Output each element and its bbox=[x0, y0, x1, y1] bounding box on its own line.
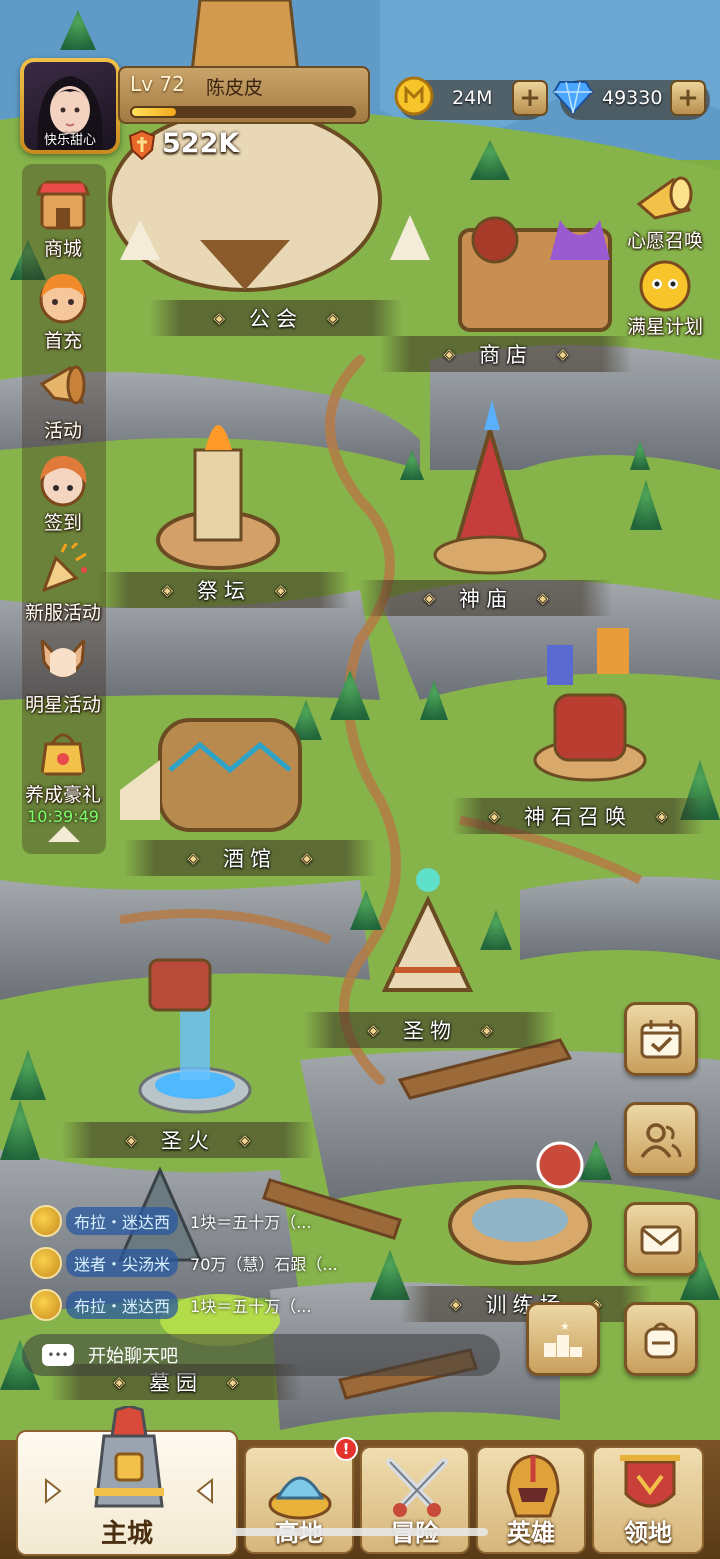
gold-amount: 24M bbox=[452, 87, 493, 109]
chat-avatar bbox=[30, 1289, 62, 1321]
wish-horn-icon bbox=[636, 176, 693, 220]
backpack-icon bbox=[644, 1322, 678, 1359]
chat-message[interactable]: 布拉・迷达西 1块＝五十万（... bbox=[30, 1204, 311, 1238]
chat-nickname: 布拉・迷达西 bbox=[66, 1207, 179, 1235]
tab-heroes[interactable]: 英雄 bbox=[476, 1446, 586, 1554]
building-holy-fire-label[interactable]: ◈ 圣火 ◈ bbox=[62, 1122, 314, 1158]
player-name: 陈皮皮 bbox=[206, 77, 264, 99]
menu-label: 心愿召唤 bbox=[626, 230, 703, 252]
menu-label: 首充 bbox=[43, 330, 82, 352]
banner-shield-icon bbox=[620, 1455, 680, 1508]
building-guild-label[interactable]: ◈ 公会 ◈ bbox=[150, 300, 402, 336]
menu-star-plan[interactable]: 满星计划 bbox=[618, 256, 712, 339]
player-info-panel[interactable]: Lv 72 陈皮皮 bbox=[118, 66, 370, 124]
svg-text:★: ★ bbox=[560, 1320, 570, 1333]
gem-amount: 49330 bbox=[602, 87, 663, 109]
chat-avatar bbox=[30, 1247, 62, 1279]
chat-placeholder: 开始聊天吧 bbox=[88, 1346, 178, 1367]
menu-label: 明星活动 bbox=[24, 694, 101, 716]
backpack-button[interactable] bbox=[624, 1302, 698, 1376]
castle-icon bbox=[94, 1406, 164, 1508]
checkin-icon bbox=[40, 455, 87, 507]
shop-building bbox=[458, 216, 612, 332]
player-avatar[interactable]: 快乐甜心 bbox=[20, 58, 120, 154]
crossed-swords-icon bbox=[386, 1458, 448, 1517]
menu-label: 新服活动 bbox=[24, 602, 101, 624]
menu-growth-gift[interactable]: 养成豪礼 10:39:49 bbox=[18, 722, 108, 826]
home-indicator[interactable] bbox=[232, 1528, 488, 1536]
first-recharge-icon bbox=[39, 274, 87, 324]
tab-territory[interactable]: 领地 bbox=[592, 1446, 704, 1554]
chat-text: 1块＝五十万（... bbox=[190, 1297, 312, 1316]
friends-button[interactable] bbox=[624, 1102, 698, 1176]
arrow-right-icon bbox=[45, 1477, 62, 1505]
chat-message[interactable]: 迷者・尖汤米 70万（慧）石跟（... bbox=[30, 1246, 338, 1280]
menu-shop[interactable]: 商城 bbox=[18, 176, 108, 261]
star-hero-icon bbox=[40, 635, 86, 678]
building-tavern-label[interactable]: ◈ 酒馆 ◈ bbox=[124, 840, 376, 876]
mail-icon bbox=[640, 1225, 682, 1255]
add-gold-button[interactable]: + bbox=[512, 80, 548, 116]
menu-new-server[interactable]: 新服活动 bbox=[18, 540, 108, 625]
tab-highland[interactable]: 高地 bbox=[244, 1446, 354, 1554]
add-gem-button[interactable]: + bbox=[670, 80, 706, 116]
podium-icon: ★ bbox=[544, 1320, 582, 1357]
tab-adventure[interactable]: 冒险 bbox=[360, 1446, 470, 1554]
building-altar-label[interactable]: ◈ 祭坛 ◈ bbox=[98, 572, 350, 608]
menu-events[interactable]: 活动 bbox=[18, 358, 108, 443]
city-map bbox=[0, 0, 720, 1559]
quest-calendar-button[interactable] bbox=[624, 1002, 698, 1076]
star-plan-icon bbox=[639, 260, 691, 312]
chat-avatar bbox=[30, 1205, 62, 1237]
friends-icon bbox=[640, 1123, 682, 1159]
chat-text: 1块＝五十万（... bbox=[190, 1213, 312, 1232]
combat-power: 522K bbox=[162, 128, 240, 159]
xp-bar-fill bbox=[132, 108, 176, 116]
calendar-check-icon bbox=[640, 1020, 682, 1059]
tab-label: 主城 bbox=[100, 1519, 153, 1549]
menu-star-event[interactable]: 明星活动 bbox=[18, 632, 108, 717]
building-relic-label[interactable]: ◈ 圣物 ◈ bbox=[304, 1012, 556, 1048]
notification-badge: ! bbox=[334, 1437, 358, 1461]
menu-wish-summon[interactable]: 心愿召唤 bbox=[618, 170, 712, 253]
mail-button[interactable] bbox=[624, 1202, 698, 1276]
building-temple-label[interactable]: ◈ 神庙 ◈ bbox=[360, 580, 612, 616]
collapse-menu-icon[interactable] bbox=[44, 820, 84, 846]
tab-label: 英雄 bbox=[507, 1519, 555, 1547]
menu-label: 签到 bbox=[43, 512, 82, 534]
player-level: Lv 72 bbox=[130, 72, 185, 96]
chat-bubble-icon: ••• bbox=[42, 1344, 74, 1366]
building-stone-summon-label[interactable]: ◈ 神石召唤 ◈ bbox=[452, 798, 704, 834]
helmet-icon bbox=[506, 1454, 560, 1518]
chat-text: 70万（慧）石跟（... bbox=[190, 1255, 338, 1274]
menu-label: 活动 bbox=[43, 420, 82, 442]
menu-checkin[interactable]: 签到 bbox=[18, 450, 108, 535]
shop-icon bbox=[35, 180, 91, 230]
gold-coin-icon bbox=[394, 76, 434, 116]
gift-bag-icon bbox=[40, 733, 86, 776]
tab-label: 领地 bbox=[624, 1519, 672, 1547]
arrow-left-icon bbox=[196, 1477, 213, 1505]
avatar-name: 快乐甜心 bbox=[43, 133, 96, 148]
highland-icon bbox=[268, 1476, 332, 1520]
tab-main-city[interactable]: 主城 bbox=[16, 1406, 238, 1556]
chat-message[interactable]: 布拉・迷达西 1块＝五十万（... bbox=[30, 1288, 311, 1322]
menu-label: 商城 bbox=[43, 238, 82, 260]
diamond-icon bbox=[552, 81, 594, 115]
menu-label: 养成豪礼 bbox=[24, 784, 101, 806]
horn-icon bbox=[39, 365, 86, 405]
menu-label: 满星计划 bbox=[626, 316, 703, 338]
chat-input[interactable]: ••• 开始聊天吧 bbox=[22, 1334, 500, 1376]
ranking-button[interactable]: ★ bbox=[526, 1302, 600, 1376]
chat-nickname: 布拉・迷达西 bbox=[66, 1291, 179, 1319]
building-shop-label[interactable]: ◈ 商店 ◈ bbox=[380, 336, 632, 372]
chat-nickname: 迷者・尖汤米 bbox=[66, 1249, 179, 1277]
party-popper-icon bbox=[41, 540, 87, 593]
menu-first-recharge[interactable]: 首充 bbox=[18, 268, 108, 353]
power-shield-icon bbox=[128, 130, 156, 160]
